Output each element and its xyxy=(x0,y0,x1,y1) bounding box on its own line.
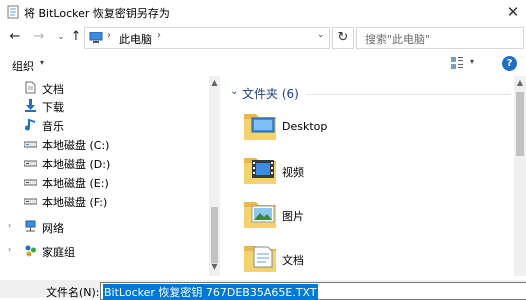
scroll-up-icon[interactable]: ▲ xyxy=(209,78,220,87)
pictures-folder-icon[interactable] xyxy=(242,198,278,230)
sidebar-item-label: 文档 xyxy=(42,83,64,96)
view-dropdown-icon[interactable]: ▾ xyxy=(470,57,474,66)
sidebar-item-label: 本地磁盘 (F:) xyxy=(42,196,108,209)
sidebar-item-drive-e[interactable]: 本地磁盘 (E:) xyxy=(0,173,208,191)
sidebar-item-music[interactable]: 音乐 xyxy=(0,116,208,134)
drive-icon xyxy=(24,160,37,167)
address-dropdown-icon[interactable]: ⌄ xyxy=(317,30,325,40)
download-icon xyxy=(25,99,36,112)
refresh-button[interactable]: ↻ xyxy=(332,27,354,49)
sidebar-item-label: 本地磁盘 (E:) xyxy=(42,177,109,190)
sidebar-item-label: 家庭组 xyxy=(42,246,75,259)
notepad-icon xyxy=(7,5,19,19)
document-icon xyxy=(25,81,36,94)
title-bar: 将 BitLocker 恢复密钥另存为 ✕ xyxy=(0,0,526,24)
network-icon xyxy=(25,220,36,232)
sidebar-item-network[interactable]: › 网络 xyxy=(0,218,208,236)
navigation-bar: ← → ⌄ ↑ › 此电脑 › ⌄ ↻ 搜索"此电脑" xyxy=(0,26,526,50)
sidebar-item-drive-d[interactable]: 本地磁盘 (D:) xyxy=(0,154,208,172)
sidebar-item-label: 音乐 xyxy=(42,120,64,133)
sidebar-item-label: 下载 xyxy=(42,101,64,114)
documents-folder-icon[interactable] xyxy=(242,242,278,274)
filename-field[interactable]: BitLocker 恢复密钥 767DEB35A65E.TXT xyxy=(100,282,526,300)
content-scrollbar[interactable]: ▲ xyxy=(514,76,526,276)
address-separator[interactable]: › xyxy=(107,30,111,41)
folder-label[interactable]: 文档 xyxy=(282,252,304,268)
navigation-scrollbar[interactable]: ▲ ▼ xyxy=(209,76,220,276)
collapse-chevron-icon[interactable]: ⌄ xyxy=(230,86,238,97)
search-input[interactable]: 搜索"此电脑" xyxy=(356,27,524,49)
group-header[interactable]: 文件夹 (6) xyxy=(242,85,299,102)
group-divider xyxy=(306,94,511,95)
drive-icon xyxy=(24,179,37,186)
view-options-icon[interactable] xyxy=(450,56,464,70)
desktop-folder-icon[interactable] xyxy=(242,110,278,142)
sidebar-item-documents[interactable]: 文档 xyxy=(0,79,208,97)
up-button[interactable]: ↑ xyxy=(67,28,85,46)
filename-row: 文件名(N): BitLocker 恢复密钥 767DEB35A65E.TXT xyxy=(0,280,526,300)
folder-label[interactable]: 图片 xyxy=(282,208,304,224)
help-icon[interactable]: ? xyxy=(502,56,517,71)
organize-button[interactable]: 组织 xyxy=(12,58,34,74)
sidebar-item-homegroup[interactable]: › 家庭组 xyxy=(0,242,208,260)
address-separator-trailing[interactable]: › xyxy=(157,30,161,41)
organize-dropdown-icon[interactable]: ▾ xyxy=(40,58,44,67)
sidebar-item-drive-f[interactable]: 本地磁盘 (F:) xyxy=(0,192,208,210)
expand-chevron-icon[interactable]: › xyxy=(8,245,11,254)
window-title: 将 BitLocker 恢复密钥另存为 xyxy=(24,7,170,20)
expand-chevron-icon[interactable]: › xyxy=(8,221,11,230)
music-icon xyxy=(25,119,35,131)
command-bar: 组织 ▾ ▾ ? xyxy=(0,54,526,76)
sidebar-item-label: 本地磁盘 (D:) xyxy=(42,158,111,171)
homegroup-icon xyxy=(25,245,36,257)
drive-icon xyxy=(24,141,37,148)
navigation-pane: 文档 下载 音乐 本地磁盘 (C:) 本地磁盘 (D:) 本地磁盘 (E:) 本… xyxy=(0,76,220,276)
scrollbar-thumb[interactable] xyxy=(516,92,524,156)
content-pane: ⌄ 文件夹 (6) Desktop 视频 图片 文档 xyxy=(220,76,514,276)
search-placeholder: 搜索"此电脑" xyxy=(365,33,431,46)
scroll-down-icon[interactable]: ▼ xyxy=(209,262,220,271)
address-location[interactable]: 此电脑 xyxy=(119,31,152,47)
back-button[interactable]: ← xyxy=(6,28,24,46)
scroll-up-icon[interactable]: ▲ xyxy=(514,78,526,87)
sidebar-item-drive-c[interactable]: 本地磁盘 (C:) xyxy=(0,135,208,153)
address-bar[interactable]: › 此电脑 › ⌄ xyxy=(84,27,330,49)
sidebar-item-label: 本地磁盘 (C:) xyxy=(42,139,110,152)
scrollbar-thumb[interactable] xyxy=(211,207,218,263)
close-button[interactable]: ✕ xyxy=(500,0,526,24)
computer-icon xyxy=(89,32,103,43)
folder-label[interactable]: 视频 xyxy=(282,164,304,180)
forward-button[interactable]: → xyxy=(30,28,48,46)
sidebar-item-label: 网络 xyxy=(42,222,64,235)
videos-folder-icon[interactable] xyxy=(242,154,278,186)
folder-label[interactable]: Desktop xyxy=(282,120,327,133)
sidebar-item-downloads[interactable]: 下载 xyxy=(0,97,208,115)
drive-icon xyxy=(24,198,37,205)
